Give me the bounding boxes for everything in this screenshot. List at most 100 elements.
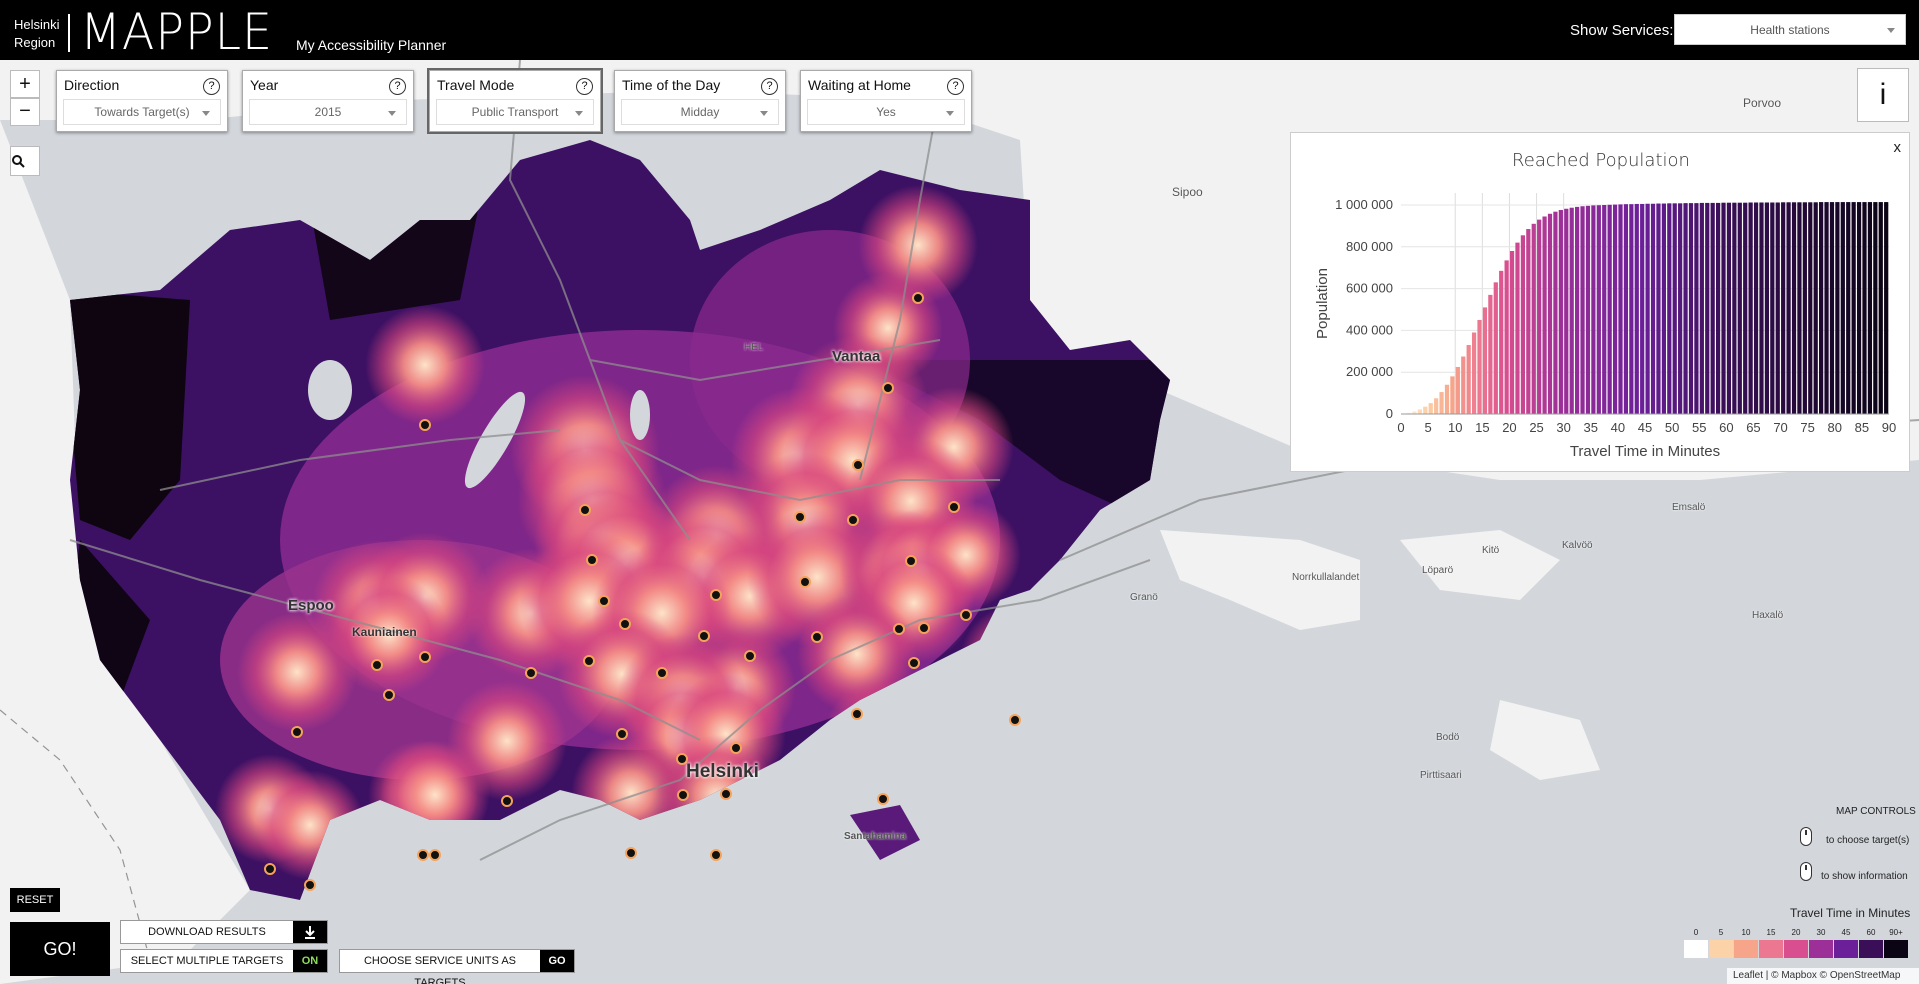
help-icon[interactable]: ? (761, 78, 778, 95)
direction-select[interactable]: Towards Target(s) (63, 99, 221, 125)
x-tick-label: 45 (1638, 420, 1652, 435)
place-label-norrkullalandet: Norrkullalandet (1292, 572, 1360, 583)
health-station-marker[interactable] (851, 708, 863, 720)
chart-bar (1667, 203, 1672, 414)
health-station-marker[interactable] (677, 789, 689, 801)
chart-bar (1531, 223, 1536, 414)
chart-bar (1824, 202, 1829, 414)
health-station-marker[interactable] (847, 514, 859, 526)
health-station-marker[interactable] (598, 595, 610, 607)
search-icon (12, 155, 25, 168)
health-station-marker[interactable] (619, 618, 631, 630)
place-label-kauniainen: Kauniainen (352, 625, 417, 639)
chart-bar (1743, 202, 1748, 414)
chart-bar (1764, 202, 1770, 414)
chart-bar (1656, 203, 1661, 414)
service-units-targets-control[interactable]: CHOOSE SERVICE UNITS AS TARGETS GO (339, 949, 575, 984)
chart-bar (1580, 206, 1585, 414)
chart-bar (1835, 202, 1840, 414)
health-station-marker[interactable] (948, 501, 960, 513)
health-station-marker[interactable] (501, 795, 513, 807)
download-results-button[interactable]: DOWNLOAD RESULTS (120, 920, 328, 944)
legend-swatch (1734, 940, 1758, 958)
chart-bar (1791, 202, 1797, 414)
place-label-loparo: Löparö (1422, 565, 1454, 576)
map-attribution[interactable]: Leaflet | © Mapbox © OpenStreetMap (1727, 968, 1919, 984)
health-station-marker[interactable] (586, 554, 598, 566)
health-station-marker[interactable] (616, 728, 628, 740)
health-station-marker[interactable] (882, 382, 894, 394)
help-icon[interactable]: ? (389, 78, 406, 95)
health-station-marker[interactable] (720, 788, 732, 800)
chart-bar (1482, 307, 1488, 414)
info-button[interactable]: i (1857, 68, 1909, 122)
health-station-marker[interactable] (960, 609, 972, 621)
health-station-marker[interactable] (744, 650, 756, 662)
health-station-marker[interactable] (429, 849, 441, 861)
reset-button[interactable]: RESET (10, 888, 60, 912)
chart-bar (1645, 203, 1650, 414)
health-station-marker[interactable] (525, 667, 537, 679)
place-label-kito: Kitö (1482, 545, 1500, 556)
help-icon[interactable]: ? (203, 78, 220, 95)
chart-bar (1509, 250, 1515, 414)
health-station-marker[interactable] (1009, 714, 1021, 726)
health-station-marker[interactable] (304, 879, 316, 891)
health-station-marker[interactable] (625, 847, 637, 859)
health-station-marker[interactable] (698, 630, 710, 642)
health-station-marker[interactable] (905, 555, 917, 567)
chart-bar (1634, 203, 1639, 414)
legend-swatch (1809, 940, 1833, 958)
health-station-marker[interactable] (291, 726, 303, 738)
health-station-marker[interactable] (419, 419, 431, 431)
chart-bar (1488, 294, 1493, 414)
health-station-marker[interactable] (908, 657, 920, 669)
waiting-at-home-select[interactable]: Yes (807, 99, 965, 125)
help-icon[interactable]: ? (576, 78, 593, 95)
health-station-marker[interactable] (852, 459, 864, 471)
go-button[interactable]: GO! (10, 922, 110, 976)
chart-bar (1542, 216, 1547, 414)
help-icon[interactable]: ? (947, 78, 964, 95)
travel-mode-select[interactable]: Public Transport (436, 99, 594, 125)
direction-panel: Direction ? Towards Target(s) (56, 70, 228, 132)
health-station-marker[interactable] (710, 849, 722, 861)
health-station-marker[interactable] (811, 631, 823, 643)
health-station-marker[interactable] (893, 623, 905, 635)
services-select[interactable]: Health stations (1674, 14, 1906, 45)
waiting-at-home-value: Yes (876, 105, 896, 119)
health-station-marker[interactable] (877, 793, 889, 805)
x-tick-label: 5 (1424, 420, 1431, 435)
services-select-value: Health stations (1750, 23, 1830, 37)
health-station-marker[interactable] (918, 622, 930, 634)
chevron-down-icon (760, 111, 768, 116)
x-tick-label: 35 (1584, 420, 1598, 435)
health-station-marker[interactable] (730, 742, 742, 754)
health-station-marker[interactable] (579, 504, 591, 516)
health-station-marker[interactable] (799, 576, 811, 588)
health-station-marker[interactable] (371, 659, 383, 671)
chart-bar (1537, 219, 1542, 414)
select-multiple-targets-toggle[interactable]: SELECT MULTIPLE TARGETS ON (120, 949, 328, 973)
chart-bar (1786, 202, 1791, 414)
health-station-marker[interactable] (583, 655, 595, 667)
health-station-marker[interactable] (264, 863, 276, 875)
chart-bar (1493, 282, 1498, 414)
y-axis-label: Population (1314, 268, 1331, 339)
chart-bar (1661, 203, 1666, 414)
search-button[interactable] (10, 146, 40, 176)
chart-bar (1732, 202, 1737, 414)
chart-bar (1726, 202, 1732, 414)
zoom-out-button[interactable]: − (10, 98, 40, 126)
health-station-marker[interactable] (912, 292, 924, 304)
time-of-day-select[interactable]: Midday (621, 99, 779, 125)
health-station-marker[interactable] (656, 667, 668, 679)
service-units-go-button[interactable]: GO (540, 950, 574, 972)
year-select[interactable]: 2015 (249, 99, 407, 125)
zoom-in-button[interactable]: + (10, 70, 40, 98)
health-station-marker[interactable] (417, 849, 429, 861)
health-station-marker[interactable] (794, 511, 806, 523)
health-station-marker[interactable] (383, 689, 395, 701)
health-station-marker[interactable] (419, 651, 431, 663)
health-station-marker[interactable] (710, 589, 722, 601)
